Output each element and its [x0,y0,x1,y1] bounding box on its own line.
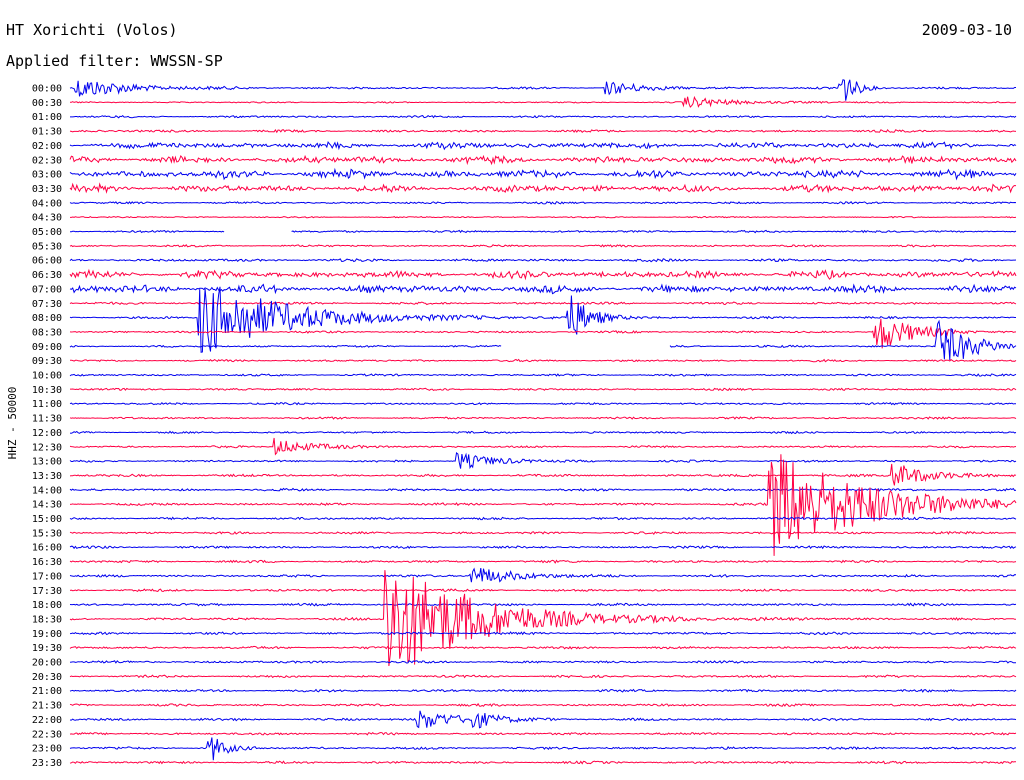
trace-line-1030 [70,387,1017,392]
trace-line-0030 [70,95,1017,108]
trace-line-1930 [69,645,1017,650]
time-label: 12:00 [32,428,62,439]
time-label: 06:00 [32,256,62,267]
time-label: 15:30 [32,528,62,539]
trace-line-1900 [69,631,1017,636]
time-label: 08:00 [32,313,62,324]
time-label: 19:00 [32,629,62,640]
time-label: 04:00 [32,198,62,209]
trace-line-0530 [69,243,1017,248]
trace-line-2030 [69,674,1017,679]
time-label: 07:30 [32,299,62,310]
time-label: 00:30 [32,98,62,109]
time-label: 16:30 [32,557,62,568]
trace-line-1700 [69,567,1017,583]
trace-line-0500 [69,229,1017,234]
time-label: 01:30 [32,127,62,138]
trace-line-0300 [69,167,1017,181]
time-label: 18:00 [32,600,62,611]
trace-line-2130 [69,702,1017,707]
trace-line-2300 [69,737,1017,761]
time-label: 17:30 [32,586,62,597]
trace-line-0700 [69,283,1017,295]
time-label: 02:00 [32,141,62,152]
trace-line-1630 [69,559,1017,564]
time-label: 18:30 [32,614,62,625]
time-label: 13:30 [32,471,62,482]
time-label: 04:30 [32,213,62,224]
trace-line-0730 [69,301,1017,306]
trace-line-0330 [69,182,1017,194]
trace-line-1000 [69,373,1017,377]
time-label: 23:00 [32,744,62,755]
time-label: 03:00 [32,170,62,181]
trace-line-1400 [69,487,1017,492]
trace-line-0000 [69,79,1016,101]
trace-line-1130 [69,416,1017,420]
time-tick-labels: 00:00 00:30 01:00 01:30 02:00 02:30 03:00 03:30… [32,84,62,769]
time-label: 05:30 [32,241,62,252]
time-label: 15:00 [32,514,62,525]
time-label: 00:00 [32,84,62,95]
time-label: 23:30 [32,758,62,769]
seismogram-plot: 00:00 00:30 01:00 01:30 02:00 02:30 03:00 03:30… [6,79,1017,769]
trace-line-0230 [69,154,1017,166]
time-label: 22:00 [32,715,62,726]
time-label: 14:30 [32,500,62,511]
trace-line-2230 [69,731,1017,736]
trace-line-1330 [69,463,1017,486]
time-label: 08:30 [32,327,62,338]
time-label: 14:00 [32,485,62,496]
time-label: 05:00 [32,227,62,238]
time-label: 20:00 [32,658,62,669]
time-label: 12:30 [32,442,62,453]
time-label: 01:00 [32,112,62,123]
trace-line-1530 [69,530,1017,536]
trace-line-1230 [69,437,1017,456]
time-label: 09:00 [32,342,62,353]
trace-line-1430 [69,454,1017,556]
time-label: 20:30 [32,672,62,683]
trace-line-2200 [69,710,1017,729]
time-label: 03:30 [32,184,62,195]
trace-line-2330 [69,760,1017,765]
time-label: 11:00 [32,399,62,410]
trace-line-1830 [69,570,1016,667]
trace-line-0100 [70,114,1017,119]
trace-line-0400 [69,200,1017,205]
trace-line-1730 [69,588,1017,593]
trace-line-0200 [69,140,1017,151]
y-axis-label: HHZ - 50000 [6,387,19,460]
time-label: 19:30 [32,643,62,654]
trace-line-1300 [69,451,1017,470]
time-label: 10:30 [32,385,62,396]
trace-line-1100 [69,401,1017,406]
trace-line-0630 [69,268,1017,281]
time-label: 06:30 [32,270,62,281]
time-label: 10:00 [32,371,62,382]
trace-line-2100 [69,688,1017,693]
trace-line-2000 [69,660,1017,664]
time-label: 21:00 [32,686,62,697]
time-label: 17:00 [32,571,62,582]
time-label: 22:30 [32,729,62,740]
trace-line-1800 [69,602,1017,607]
time-label: 02:30 [32,155,62,166]
trace-line-1600 [69,545,1017,550]
time-label: 07:00 [32,284,62,295]
time-label: 09:30 [32,356,62,367]
trace-line-1200 [69,430,1017,435]
time-label: 11:30 [32,414,62,425]
time-label: 21:30 [32,701,62,712]
time-label: 16:00 [32,543,62,554]
trace-line-0930 [70,358,1017,363]
trace-line-0600 [69,258,1017,263]
trace-line-0430 [70,215,1017,219]
trace-layer [69,79,1017,765]
time-label: 13:00 [32,457,62,468]
trace-line-0800 [69,286,1016,353]
trace-line-0130 [69,128,1017,134]
